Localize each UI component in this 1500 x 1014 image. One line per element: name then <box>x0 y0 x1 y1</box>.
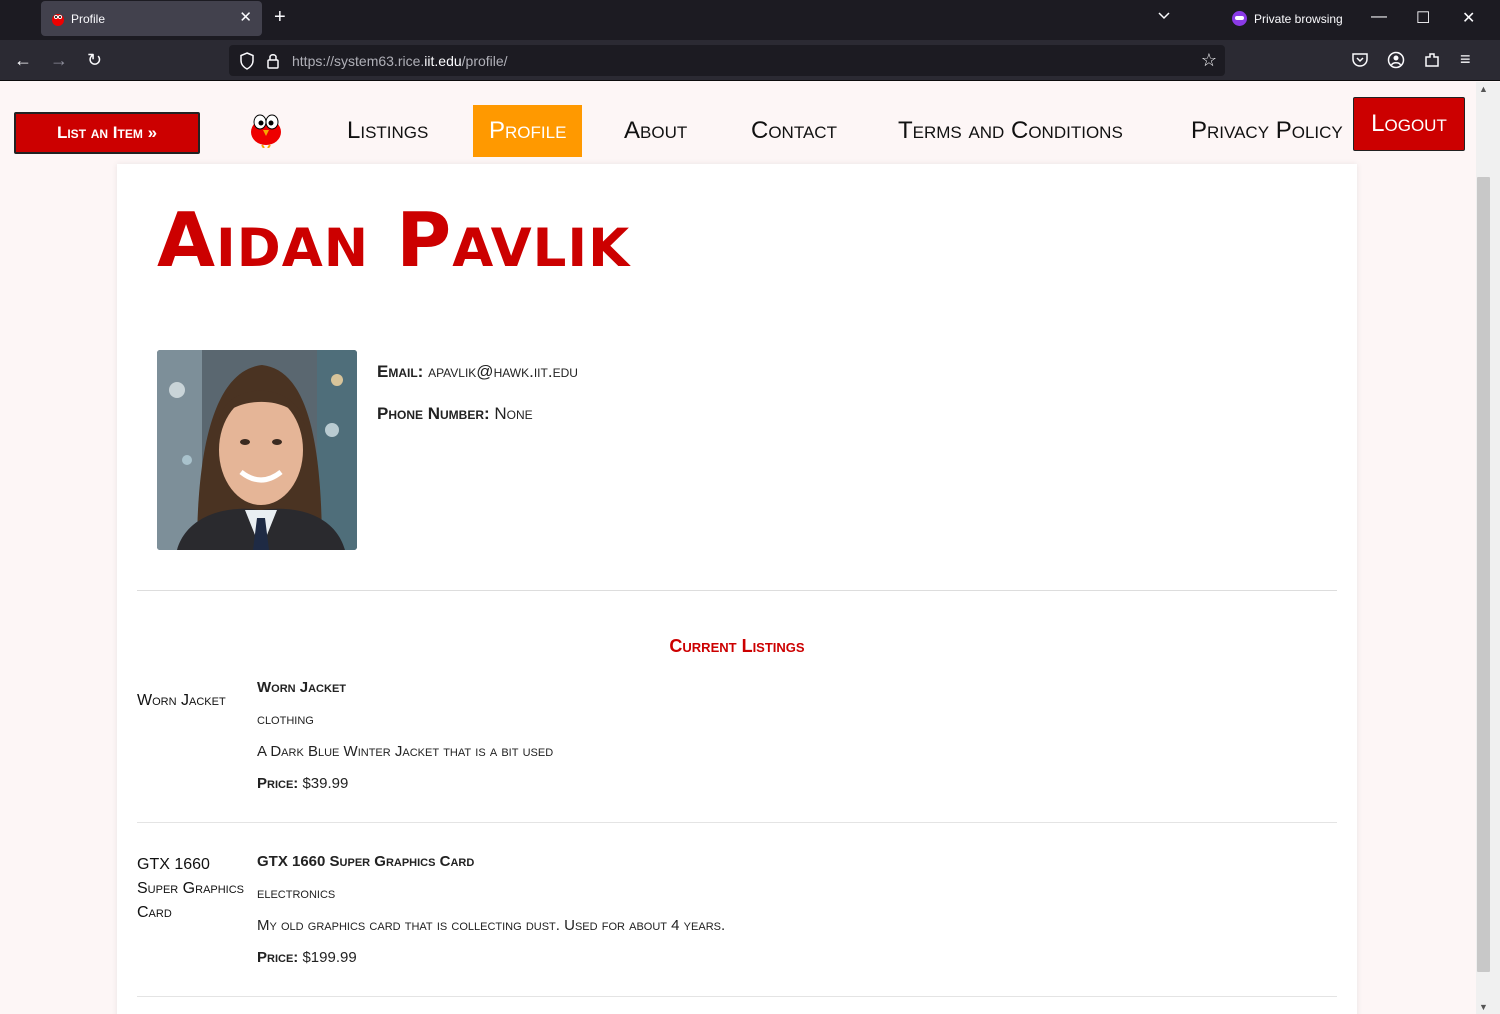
minimize-icon[interactable]: — <box>1371 8 1387 26</box>
listing-price: Price: $199.99 <box>257 949 725 966</box>
nav-terms[interactable]: Terms and Conditions <box>882 105 1139 157</box>
profile-name: Aidan Pavlik <box>157 196 631 284</box>
browser-tab-bar: Profile ✕ + Private browsing — ☐ ✕ <box>0 0 1500 40</box>
account-icon[interactable] <box>1387 51 1405 69</box>
list-an-item-button[interactable]: List an Item » <box>14 112 200 154</box>
profile-photo-image <box>157 350 357 550</box>
profile-info: Email: apavlik@hawk.iit.edu Phone Number… <box>377 362 578 446</box>
scrollbar-thumb[interactable] <box>1477 177 1490 972</box>
nav-contact[interactable]: Contact <box>735 105 853 157</box>
profile-card: Aidan Pavlik Email: apavlik@hawk.iit.edu… <box>117 164 1357 1014</box>
maximize-icon[interactable]: ☐ <box>1416 8 1430 28</box>
address-bar[interactable]: https://system63.rice.iit.edu/profile/ ☆ <box>229 45 1225 76</box>
nav-about[interactable]: About <box>608 105 703 157</box>
shield-icon[interactable] <box>239 52 255 70</box>
price-value: $199.99 <box>302 949 357 966</box>
listing-price: Price: $39.99 <box>257 775 553 792</box>
email-label: Email: <box>377 362 424 381</box>
close-window-icon[interactable]: ✕ <box>1462 8 1475 28</box>
nav-profile[interactable]: Profile <box>473 105 583 157</box>
nav-listings[interactable]: Listings <box>331 105 444 157</box>
page-scrollbar[interactable]: ▲ ▼ <box>1476 82 1500 1014</box>
email-row: Email: apavlik@hawk.iit.edu <box>377 362 578 382</box>
listing-divider <box>137 822 1337 823</box>
reload-icon[interactable]: ↻ <box>87 50 102 71</box>
page-viewport: List an Item » Listings Profile About Co… <box>0 82 1476 1014</box>
tab-title: Profile <box>71 11 106 26</box>
extensions-icon[interactable] <box>1423 51 1441 69</box>
browser-nav-bar: ← → ↻ https://system63.rice.iit.edu/prof… <box>0 40 1500 81</box>
menu-icon[interactable]: ≡ <box>1460 49 1471 70</box>
scarlet-hawk-logo-icon[interactable] <box>248 110 284 148</box>
new-tab-icon[interactable]: + <box>274 6 286 29</box>
listing-image-alt[interactable]: GTX 1660 Super Graphics Card <box>137 853 247 925</box>
private-mask-icon <box>1232 11 1247 26</box>
forward-icon[interactable]: → <box>50 50 68 71</box>
pocket-icon[interactable] <box>1351 51 1369 69</box>
listing-category: clothing <box>257 711 314 728</box>
private-browsing-indicator: Private browsing <box>1232 11 1343 26</box>
listing-category: electronics <box>257 885 336 902</box>
list-all-tabs-icon[interactable] <box>1157 9 1171 23</box>
scroll-up-icon[interactable]: ▲ <box>1479 84 1488 94</box>
url-domain: iit.edu <box>424 53 462 69</box>
divider <box>137 590 1337 591</box>
close-tab-icon[interactable]: ✕ <box>239 8 252 26</box>
site-header-nav: List an Item » Listings Profile About Co… <box>0 82 1476 164</box>
site-favicon <box>52 13 64 26</box>
phone-label: Phone Number: <box>377 404 490 423</box>
browser-tab[interactable]: Profile ✕ <box>41 1 262 36</box>
back-icon[interactable]: ← <box>14 50 32 71</box>
phone-row: Phone Number: None <box>377 404 578 424</box>
listing-details: GTX 1660 Super Graphics Card electronics… <box>257 853 725 966</box>
url-suffix: /profile/ <box>461 53 508 69</box>
listing-divider <box>137 996 1337 997</box>
bookmark-star-icon[interactable]: ☆ <box>1201 50 1217 71</box>
scroll-down-icon[interactable]: ▼ <box>1479 1002 1488 1012</box>
listing-image-alt[interactable]: Worn Jacket <box>137 689 247 713</box>
price-value: $39.99 <box>302 775 349 792</box>
url-prefix: https://system63.rice. <box>292 53 425 69</box>
listing-details: Worn Jacket clothing A Dark Blue Winter … <box>257 679 553 792</box>
listing-title[interactable]: Worn Jacket <box>257 679 553 711</box>
price-label: Price: <box>257 775 299 792</box>
listing-title[interactable]: GTX 1660 Super Graphics Card <box>257 853 725 885</box>
profile-photo <box>157 350 357 550</box>
nav-privacy[interactable]: Privacy Policy <box>1175 105 1359 157</box>
private-browsing-label: Private browsing <box>1254 11 1343 26</box>
current-listings-title: Current Listings <box>669 636 805 656</box>
email-value: apavlik@hawk.iit.edu <box>428 362 578 381</box>
phone-value: None <box>494 404 533 423</box>
logout-button[interactable]: Logout <box>1353 97 1465 151</box>
listing-description: My old graphics card that is collecting … <box>257 917 726 934</box>
price-label: Price: <box>257 949 299 966</box>
url-text[interactable]: https://system63.rice.iit.edu/profile/ <box>292 53 508 69</box>
listing-description: A Dark Blue Winter Jacket that is a bit … <box>257 743 554 760</box>
lock-icon[interactable] <box>265 52 281 70</box>
